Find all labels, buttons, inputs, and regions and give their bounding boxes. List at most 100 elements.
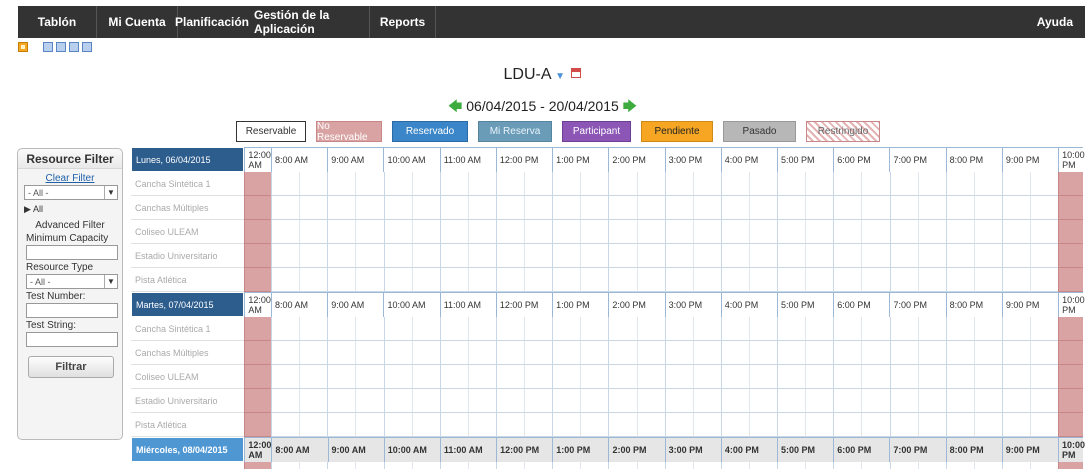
slot-cell[interactable] [664,220,693,244]
slot-cell[interactable] [805,196,834,220]
slot-cell[interactable] [383,341,412,365]
slot-cell[interactable] [327,268,356,292]
slot-cell[interactable] [692,172,721,196]
slot-cell[interactable] [692,244,721,268]
slot-cell[interactable] [608,196,637,220]
next-arrow-icon[interactable]: 🡆 [623,98,637,114]
slot-cell[interactable] [777,244,806,268]
slot-cell[interactable] [580,172,609,196]
slot-cell[interactable] [580,268,609,292]
resource-name[interactable]: Cancha Sintética 1 [131,462,245,469]
slot-cell[interactable] [917,317,946,341]
slot-cell[interactable] [524,268,553,292]
slot-cell[interactable] [271,462,300,469]
slot-cell[interactable] [664,317,693,341]
slot-cell[interactable] [411,172,440,196]
schedule-select[interactable]: - All - ▼ [24,185,118,200]
slot-cell[interactable] [861,341,890,365]
slot-cell[interactable] [917,389,946,413]
slot-cell[interactable] [524,389,553,413]
slot-cell[interactable] [439,413,468,437]
slot-cell[interactable] [720,462,749,469]
slot-cell[interactable] [383,413,412,437]
slot-cell[interactable] [608,172,637,196]
slot-cell[interactable] [973,196,1002,220]
slot-cell[interactable] [1001,462,1031,469]
slot-cell[interactable] [805,172,834,196]
slot-cell[interactable] [777,268,806,292]
slot-cell[interactable] [355,413,384,437]
slot-cell[interactable] [327,341,356,365]
slot-cell[interactable] [861,365,890,389]
slot-cell[interactable] [889,220,918,244]
nav-item-ayuda[interactable]: Ayuda [1037,6,1085,38]
slot-cell[interactable] [1030,196,1059,220]
slot-cell[interactable] [580,244,609,268]
slot-cell[interactable] [299,172,328,196]
slot-cell[interactable] [636,196,665,220]
nav-item-reports[interactable]: Reports [370,6,436,38]
slot-cell[interactable] [327,462,356,469]
slot-cell[interactable] [720,268,749,292]
slot-cell[interactable] [636,365,665,389]
slot-cell[interactable] [355,365,384,389]
slot-cell[interactable] [917,462,946,469]
slot-cell[interactable] [271,244,300,268]
slot-cell[interactable] [467,413,496,437]
resource-name[interactable]: Estadio Universitario [131,244,245,268]
slot-cell[interactable] [636,462,665,469]
slot-cell[interactable] [692,220,721,244]
slot-cell[interactable] [777,172,806,196]
slot-cell[interactable] [580,341,609,365]
slot-cell[interactable] [1001,196,1031,220]
slot-cell[interactable] [748,244,778,268]
slot-cell[interactable] [917,341,946,365]
slot-cell[interactable] [552,341,581,365]
slot-cell[interactable] [805,341,834,365]
slot-cell[interactable] [1030,341,1059,365]
slot-cell[interactable] [608,220,637,244]
slot-cell[interactable] [664,196,693,220]
slot-cell[interactable] [1001,317,1031,341]
slot-cell[interactable] [720,220,749,244]
slot-cell[interactable] [889,413,918,437]
slot-cell[interactable] [524,341,553,365]
slot-cell[interactable] [439,317,468,341]
filter-button[interactable]: Filtrar [28,356,114,378]
slot-cell[interactable] [748,196,778,220]
slot-cell[interactable] [439,196,468,220]
slot-cell[interactable] [467,244,496,268]
layout-icon[interactable] [82,42,92,52]
slot-cell[interactable] [861,462,890,469]
slot-cell[interactable] [411,220,440,244]
slot-cell[interactable] [945,341,974,365]
slot-cell[interactable] [271,365,300,389]
slot-cell[interactable] [973,365,1002,389]
slot-cell[interactable] [748,317,778,341]
slot-cell[interactable] [271,268,300,292]
slot-cell[interactable] [383,462,412,469]
slot-cell[interactable] [355,317,384,341]
slot-cell[interactable] [748,172,778,196]
slot-cell[interactable] [439,462,468,469]
slot-cell[interactable] [692,341,721,365]
slot-cell[interactable] [552,317,581,341]
resource-name[interactable]: Coliseo ULEAM [131,365,245,389]
slot-cell[interactable] [777,462,806,469]
slot-cell[interactable] [889,341,918,365]
slot-cell[interactable] [748,220,778,244]
slot-cell[interactable] [299,389,328,413]
slot-cell[interactable] [467,172,496,196]
slot-cell[interactable] [355,462,384,469]
slot-cell[interactable] [495,268,525,292]
slot-cell[interactable] [552,365,581,389]
slot-cell[interactable] [692,196,721,220]
slot-cell[interactable] [861,413,890,437]
slot-cell[interactable] [833,389,862,413]
slot-cell[interactable] [833,172,862,196]
slot-cell[interactable] [524,413,553,437]
slot-cell[interactable] [355,389,384,413]
slot-cell[interactable] [889,172,918,196]
slot-cell[interactable] [327,365,356,389]
slot-cell[interactable] [861,220,890,244]
